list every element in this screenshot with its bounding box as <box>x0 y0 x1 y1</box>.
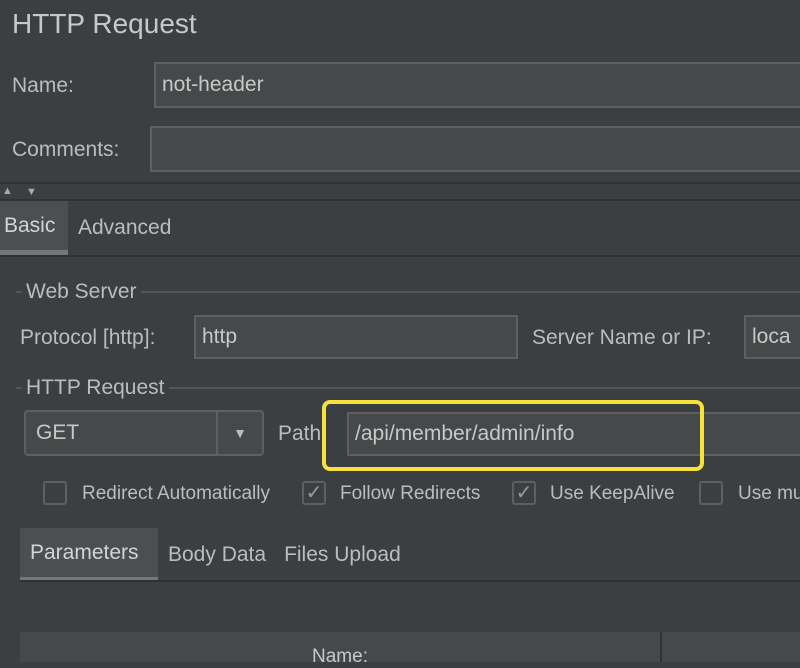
divider <box>20 580 800 582</box>
web-server-group-label: Web Server <box>22 280 141 304</box>
sub-tabs: Parameters Body Data Files Upload <box>20 528 405 582</box>
tab-parameters[interactable]: Parameters <box>20 528 158 582</box>
divider <box>0 182 800 184</box>
use-keepalive-label: Use KeepAlive <box>550 483 675 504</box>
server-input[interactable]: loca <box>744 315 800 359</box>
tab-body-data[interactable]: Body Data <box>158 528 270 582</box>
server-label: Server Name or IP: <box>532 326 712 349</box>
redirect-automatically-checkbox[interactable] <box>43 481 67 505</box>
tab-files-upload[interactable]: Files Upload <box>270 528 405 582</box>
collapse-up-icon[interactable]: ▲ <box>2 185 13 197</box>
panel-title: HTTP Request <box>12 8 197 39</box>
tab-basic[interactable]: Basic <box>0 201 68 255</box>
name-label: Name: <box>12 74 74 97</box>
follow-redirects-checkbox[interactable]: ✓ <box>302 481 326 505</box>
comments-label: Comments: <box>12 138 120 161</box>
protocol-input[interactable]: http <box>194 315 518 359</box>
http-request-group-label: HTTP Request <box>22 376 169 400</box>
redirect-automatically-label: Redirect Automatically <box>82 483 270 504</box>
table-header: Name: <box>20 632 800 667</box>
comments-input[interactable] <box>150 126 800 172</box>
chevron-down-icon[interactable]: ▼ <box>216 412 262 454</box>
use-multipart-checkbox[interactable] <box>699 481 723 505</box>
method-value: GET <box>36 421 80 444</box>
follow-redirects-label: Follow Redirects <box>340 483 481 504</box>
tab-advanced[interactable]: Advanced <box>68 201 175 255</box>
use-keepalive-checkbox[interactable]: ✓ <box>512 481 536 505</box>
divider <box>0 255 800 257</box>
name-input[interactable]: not-header <box>154 62 800 108</box>
path-label: Path: <box>278 422 328 445</box>
protocol-label: Protocol [http]: <box>20 326 156 349</box>
collapse-down-icon[interactable]: ▼ <box>26 186 37 198</box>
use-multipart-label: Use mu <box>738 483 800 504</box>
method-select[interactable]: GET ▼ <box>24 410 264 456</box>
main-tabs: Basic Advanced <box>0 201 175 255</box>
highlight-box <box>322 400 704 471</box>
column-header-name[interactable]: Name: <box>20 632 662 667</box>
